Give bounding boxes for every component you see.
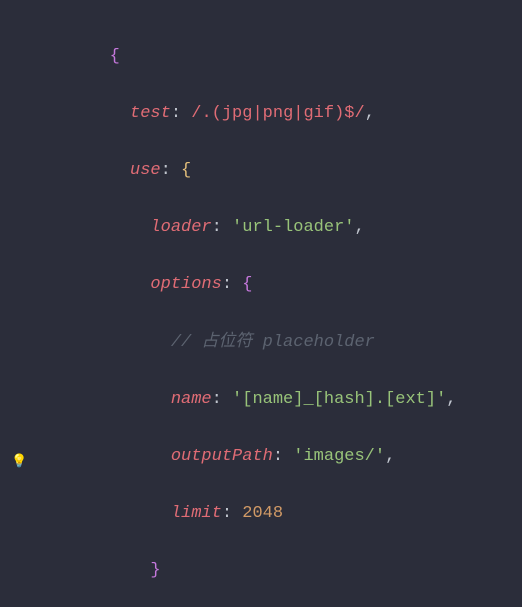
- code-line: // 占位符 placeholder: [28, 329, 457, 358]
- code-line: options: {: [28, 271, 457, 300]
- code-line: }: [28, 557, 457, 586]
- code-line: limit: 2048: [28, 500, 457, 529]
- code-line: use: {: [28, 157, 457, 186]
- code-line: {: [28, 43, 457, 72]
- code-line: name: '[name]_[hash].[ext]',: [28, 386, 457, 415]
- lightbulb-icon[interactable]: 💡: [11, 454, 27, 469]
- gutter: 💡: [0, 0, 28, 607]
- code-line: test: /.(jpg|png|gif)$/,: [28, 100, 457, 129]
- code-editor[interactable]: 💡 { test: /.(jpg|png|gif)$/, use: { load…: [0, 0, 522, 607]
- code-line: outputPath: 'images/',: [28, 443, 457, 472]
- code-area[interactable]: { test: /.(jpg|png|gif)$/, use: { loader…: [28, 0, 457, 607]
- code-line: loader: 'url-loader',: [28, 214, 457, 243]
